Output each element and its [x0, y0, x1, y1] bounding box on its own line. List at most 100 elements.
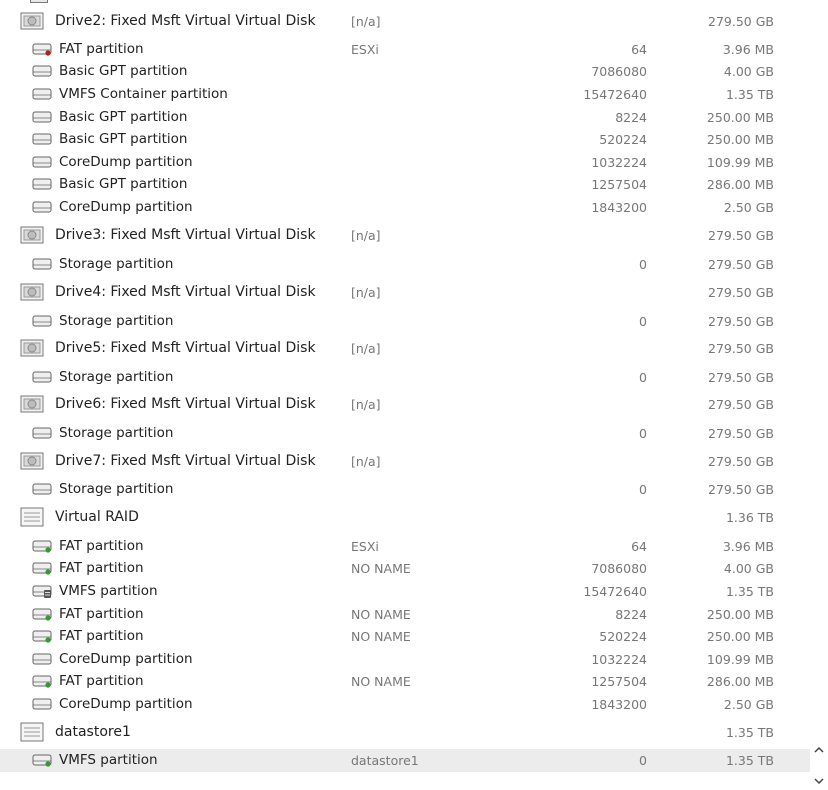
disk-name: Drive3: Fixed Msft Virtual Virtual Disk — [55, 227, 316, 243]
partition-row[interactable]: FAT partition NO NAME 520224 250.00 MB — [0, 625, 810, 648]
partition-icon — [32, 310, 52, 333]
size-value: 286.00 MB — [706, 176, 774, 192]
partition-row[interactable]: FAT partition ESXi 64 3.96 MB — [0, 38, 810, 61]
partition-row[interactable]: VMFS partition 15472640 1.35 TB — [0, 580, 810, 603]
disk-name: Drive7: Fixed Msft Virtual Virtual Disk — [55, 453, 316, 469]
partition-row[interactable]: VMFS partition datastore1 0 1.35 TB — [0, 749, 810, 772]
start-offset: 0 — [639, 256, 647, 272]
partition-row[interactable]: CoreDump partition 1032224 109.99 MB — [0, 151, 810, 174]
vmfs-partition-icon — [32, 580, 52, 603]
partition-row[interactable]: Basic GPT partition 1257504 286.00 MB — [0, 173, 810, 196]
disk-row[interactable]: Virtual RAID 1.36 TB — [0, 503, 810, 531]
start-offset: 15472640 — [583, 86, 647, 102]
drive-icon — [20, 7, 44, 35]
start-offset: 15472640 — [583, 583, 647, 599]
chevron-down-icon[interactable] — [810, 772, 828, 790]
size-value: 279.50 GB — [708, 425, 774, 441]
disk-row[interactable]: Drive4: Fixed Msft Virtual Virtual Disk [… — [0, 278, 810, 306]
start-offset: 1032224 — [591, 651, 647, 667]
volume-label: [n/a] — [351, 453, 381, 469]
partition-row[interactable]: FAT partition NO NAME 7086080 4.00 GB — [0, 557, 810, 580]
partition-row[interactable]: Storage partition 0 279.50 GB — [0, 478, 810, 501]
partition-green-icon — [32, 603, 52, 626]
start-offset: 0 — [639, 481, 647, 497]
partition-name: CoreDump partition — [59, 696, 193, 713]
volume-label: ESXi — [351, 538, 379, 554]
partition-green-icon — [32, 535, 52, 558]
volume-label: [n/a] — [351, 227, 381, 243]
partition-row[interactable]: FAT partition ESXi 64 3.96 MB — [0, 535, 810, 558]
volume-label: NO NAME — [351, 606, 411, 622]
start-offset: 1032224 — [591, 154, 647, 170]
disk-name: Drive5: Fixed Msft Virtual Virtual Disk — [55, 340, 316, 356]
partition-row[interactable]: CoreDump partition 1843200 2.50 GB — [0, 196, 810, 219]
vertical-scrollbar[interactable] — [810, 0, 828, 790]
disk-row[interactable]: Drive3: Fixed Msft Virtual Virtual Disk [… — [0, 221, 810, 249]
partition-name: Basic GPT partition — [59, 131, 188, 148]
start-offset: 64 — [631, 538, 647, 554]
partition-name: FAT partition — [59, 628, 144, 645]
partition-name: CoreDump partition — [59, 199, 193, 216]
disk-row[interactable]: Drive2: Fixed Msft Virtual Virtual Disk [… — [0, 7, 810, 35]
partition-green-icon — [32, 557, 52, 580]
size-value: 1.35 TB — [725, 724, 774, 740]
volume-label: NO NAME — [351, 628, 411, 644]
size-value: 250.00 MB — [706, 131, 774, 147]
partition-icon — [32, 173, 52, 196]
partition-name: Storage partition — [59, 313, 174, 330]
partition-name: FAT partition — [59, 606, 144, 623]
partition-name: Storage partition — [59, 256, 174, 273]
disk-name: datastore1 — [55, 724, 131, 740]
partition-row[interactable]: Storage partition 0 279.50 GB — [0, 310, 810, 333]
partition-icon — [32, 253, 52, 276]
partition-icon — [32, 151, 52, 174]
partition-row[interactable]: Basic GPT partition 8224 250.00 MB — [0, 106, 810, 129]
partition-name: CoreDump partition — [59, 154, 193, 171]
disk-row[interactable]: datastore1 1.35 TB — [0, 718, 810, 746]
start-offset: 1843200 — [591, 199, 647, 215]
partition-name: Basic GPT partition — [59, 176, 188, 193]
drive-icon — [20, 390, 44, 418]
partition-icon — [32, 60, 52, 83]
partition-name: Basic GPT partition — [59, 63, 188, 80]
partition-name: Storage partition — [59, 369, 174, 386]
start-offset: 520224 — [599, 131, 647, 147]
size-value: 2.50 GB — [723, 696, 774, 712]
start-offset: 1843200 — [591, 696, 647, 712]
size-value: 4.00 GB — [723, 560, 774, 576]
start-offset: 0 — [639, 369, 647, 385]
partition-row[interactable]: Basic GPT partition 520224 250.00 MB — [0, 128, 810, 151]
disk-name: Virtual RAID — [55, 509, 139, 525]
disk-row[interactable]: Drive7: Fixed Msft Virtual Virtual Disk [… — [0, 447, 810, 475]
partition-icon — [32, 422, 52, 445]
partition-row[interactable]: Storage partition 0 279.50 GB — [0, 422, 810, 445]
disk-row[interactable]: Drive5: Fixed Msft Virtual Virtual Disk [… — [0, 334, 810, 362]
disk-name: Drive2: Fixed Msft Virtual Virtual Disk — [55, 13, 316, 29]
partition-row[interactable]: Storage partition 0 279.50 GB — [0, 253, 810, 276]
partition-row[interactable]: CoreDump partition 1843200 2.50 GB — [0, 693, 810, 716]
partition-name: Storage partition — [59, 425, 174, 442]
partition-row[interactable]: CoreDump partition 1032224 109.99 MB — [0, 648, 810, 671]
volume-label: [n/a] — [351, 284, 381, 300]
partition-row[interactable]: FAT partition NO NAME 1257504 286.00 MB — [0, 670, 810, 693]
start-offset: 7086080 — [591, 63, 647, 79]
size-value: 279.50 GB — [708, 396, 774, 412]
partition-icon — [32, 478, 52, 501]
size-value: 109.99 MB — [706, 651, 774, 667]
partition-name: Basic GPT partition — [59, 109, 188, 126]
partition-row[interactable]: VMFS Container partition 15472640 1.35 TB — [0, 83, 810, 106]
size-value: 250.00 MB — [706, 606, 774, 622]
drive-icon — [20, 334, 44, 362]
size-value: 279.50 GB — [708, 481, 774, 497]
start-offset: 520224 — [599, 628, 647, 644]
size-value: 279.50 GB — [708, 13, 774, 29]
partition-row[interactable]: FAT partition NO NAME 8224 250.00 MB — [0, 603, 810, 626]
disk-row[interactable]: Drive6: Fixed Msft Virtual Virtual Disk [… — [0, 390, 810, 418]
size-value: 1.35 TB — [725, 86, 774, 102]
drive-icon — [20, 278, 44, 306]
partition-row[interactable]: Storage partition 0 279.50 GB — [0, 366, 810, 389]
partition-row[interactable]: Basic GPT partition 7086080 4.00 GB — [0, 60, 810, 83]
partition-red-icon — [32, 38, 52, 61]
partition-name: CoreDump partition — [59, 651, 193, 668]
chevron-up-icon[interactable] — [810, 741, 828, 759]
